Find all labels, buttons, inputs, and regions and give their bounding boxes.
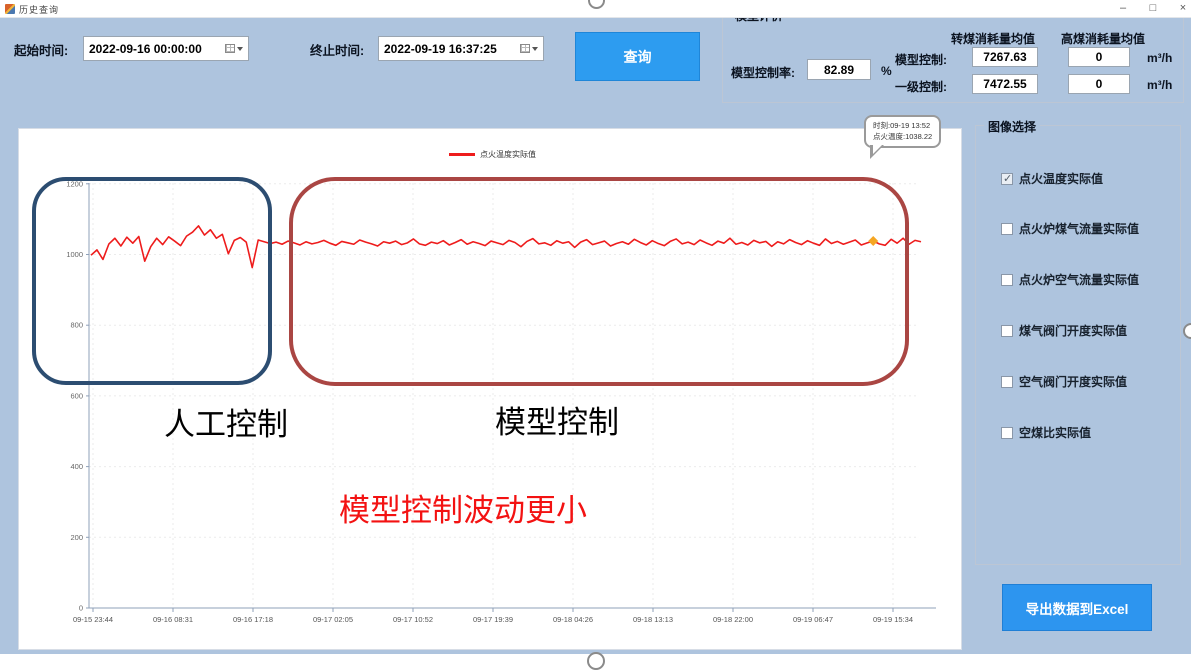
- tooltip-time: 时刻:09-19 13:52: [873, 120, 932, 131]
- minimize-button[interactable]: –: [1112, 1, 1134, 16]
- model-control-rate-label: 模型控制率:: [731, 64, 795, 81]
- checkbox-icon[interactable]: [1001, 376, 1013, 388]
- export-excel-button[interactable]: 导出数据到Excel: [1002, 584, 1152, 631]
- manual-control-annotation-label: 人工控制: [164, 399, 288, 444]
- checkbox-icon[interactable]: [1001, 274, 1013, 286]
- query-button[interactable]: 查询: [575, 32, 700, 81]
- level1-control-unit: m³/h: [1147, 78, 1172, 92]
- svg-text:400: 400: [70, 462, 83, 471]
- maximize-button[interactable]: □: [1142, 1, 1164, 16]
- checkbox-icon[interactable]: [1001, 325, 1013, 337]
- svg-text:09-18 13:13: 09-18 13:13: [633, 615, 673, 624]
- svg-text:09-17 10:52: 09-17 10:52: [393, 615, 433, 624]
- model-control-value-1[interactable]: 7267.63: [972, 47, 1038, 67]
- checkbox-air-valve-opening[interactable]: 空气阀门开度实际值: [1001, 373, 1127, 390]
- manual-control-annotation-box: [32, 177, 272, 385]
- fluctuation-note: 模型控制波动更小: [339, 485, 587, 530]
- svg-text:09-16 17:18: 09-16 17:18: [233, 615, 273, 624]
- checkbox-ignition-temperature[interactable]: 点火温度实际值: [1001, 170, 1103, 187]
- image-selector-group: 图像选择 点火温度实际值 点火炉煤气流量实际值 点火炉空气流量实际值 煤气阀门开…: [975, 125, 1181, 565]
- tooltip-value: 点火温度:1038.22: [873, 131, 932, 142]
- calendar-dropdown-icon[interactable]: [225, 44, 243, 53]
- end-time-label: 终止时间:: [310, 40, 364, 59]
- svg-text:0: 0: [79, 604, 83, 613]
- model-control-unit: m³/h: [1147, 51, 1172, 65]
- window-title: 历史查询: [19, 3, 59, 16]
- start-time-picker[interactable]: 2022-09-16 00:00:00: [83, 36, 249, 61]
- svg-text:09-17 19:39: 09-17 19:39: [473, 615, 513, 624]
- svg-text:09-16 08:31: 09-16 08:31: [153, 615, 193, 624]
- checkbox-icon[interactable]: [1001, 223, 1013, 235]
- checkbox-furnace-gas-flow[interactable]: 点火炉煤气流量实际值: [1001, 220, 1139, 237]
- datapoint-tooltip: 时刻:09-19 13:52 点火温度:1038.22: [864, 115, 941, 148]
- rate-unit-label: %: [881, 64, 892, 78]
- close-button[interactable]: ×: [1172, 1, 1191, 16]
- model-control-annotation-label: 模型控制: [495, 397, 619, 442]
- svg-text:09-18 22:00: 09-18 22:00: [713, 615, 753, 624]
- end-time-picker[interactable]: 2022-09-19 16:37:25: [378, 36, 544, 61]
- start-time-value: 2022-09-16 00:00:00: [89, 42, 225, 56]
- model-control-rate-value[interactable]: 82.89: [807, 59, 871, 80]
- checkbox-icon[interactable]: [1001, 427, 1013, 439]
- svg-text:09-19 06:47: 09-19 06:47: [793, 615, 833, 624]
- legend-label: 点火温度实际值: [480, 149, 536, 160]
- level1-control-row-label: 一级控制:: [895, 78, 947, 95]
- svg-text:200: 200: [70, 533, 83, 542]
- model-evaluation-group: 模型评价 转煤消耗量均值 高煤消耗量均值 模型控制率: 82.89 % 模型控制…: [722, 14, 1184, 103]
- svg-text:09-15 23:44: 09-15 23:44: [73, 615, 113, 624]
- end-time-value: 2022-09-19 16:37:25: [384, 42, 520, 56]
- calendar-dropdown-icon[interactable]: [520, 44, 538, 53]
- level1-control-value-1[interactable]: 7472.55: [972, 74, 1038, 94]
- checkbox-air-coal-ratio[interactable]: 空煤比实际值: [1001, 424, 1091, 441]
- chart-legend: 点火温度实际值: [449, 149, 536, 160]
- svg-text:600: 600: [70, 391, 83, 400]
- svg-text:09-19 15:34: 09-19 15:34: [873, 615, 913, 624]
- checkbox-icon[interactable]: [1001, 173, 1013, 185]
- svg-text:09-18 04:26: 09-18 04:26: [553, 615, 593, 624]
- legend-line-icon: [449, 153, 475, 156]
- svg-text:09-17 02:05: 09-17 02:05: [313, 615, 353, 624]
- model-control-annotation-box: [289, 177, 909, 386]
- col-header-high-coal-avg: 高煤消耗量均值: [1061, 30, 1145, 47]
- level1-control-value-2[interactable]: 0: [1068, 74, 1130, 94]
- overlay-handle-bottom-icon: [587, 652, 605, 670]
- start-time-label: 起始时间:: [14, 40, 68, 59]
- col-header-coal-gas-avg: 转煤消耗量均值: [951, 30, 1035, 47]
- model-control-value-2[interactable]: 0: [1068, 47, 1130, 67]
- checkbox-furnace-air-flow[interactable]: 点火炉空气流量实际值: [1001, 271, 1139, 288]
- app-icon: [5, 4, 15, 14]
- model-control-row-label: 模型控制:: [895, 51, 947, 68]
- checkbox-gas-valve-opening[interactable]: 煤气阀门开度实际值: [1001, 322, 1127, 339]
- chart-panel: 02004006008001000120009-15 23:4409-16 08…: [18, 128, 962, 650]
- image-selector-title: 图像选择: [984, 118, 1040, 135]
